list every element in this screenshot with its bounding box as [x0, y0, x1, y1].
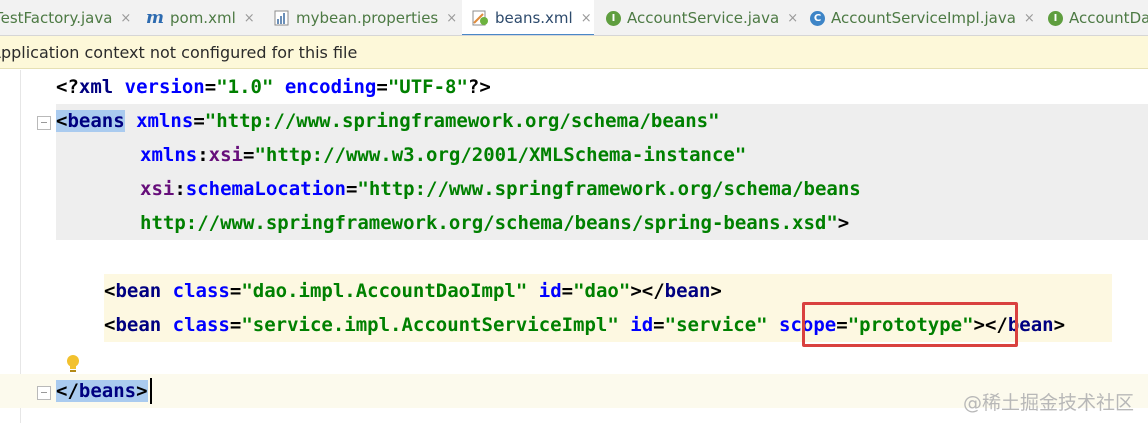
- context-warning-text: Application context not configured for t…: [0, 43, 358, 62]
- lightbulb-icon[interactable]: [66, 354, 80, 374]
- editor-tab-bar: TestFactory.java × m pom.xml × mybean.pr…: [0, 0, 1148, 36]
- fold-marker-icon[interactable]: [37, 116, 51, 130]
- close-icon[interactable]: ×: [581, 11, 592, 26]
- tab-label: pom.xml: [170, 9, 236, 27]
- watermark: @稀土掘金技术社区: [962, 392, 1134, 414]
- code-line-beans-close: </beans>: [56, 374, 148, 408]
- class-icon: C: [810, 10, 825, 26]
- properties-file-icon: [274, 10, 290, 26]
- code-line-bean-dao: <bean class="dao.impl.AccountDaoImpl" id…: [104, 280, 722, 302]
- code-editor[interactable]: <?xml version="1.0" encoding="UTF-8"?> <…: [0, 70, 1148, 423]
- code-line-schema-location: xsi:schemaLocation="http://www.springfra…: [140, 178, 861, 200]
- tab-accountdao[interactable]: I AccountDa: [1048, 0, 1148, 35]
- close-icon[interactable]: ×: [446, 11, 457, 26]
- tab-beans-xml[interactable]: beans.xml ×: [462, 0, 594, 35]
- tab-label: beans.xml: [495, 9, 573, 27]
- tab-accountservice[interactable]: I AccountService.java ×: [606, 0, 798, 35]
- scope-highlight-box: [802, 302, 1018, 347]
- text-caret: [150, 378, 152, 404]
- tab-label: mybean.properties: [296, 9, 439, 27]
- maven-icon: m: [146, 8, 164, 28]
- code-line-beans-open: <beans xmlns="http://www.springframework…: [56, 110, 720, 132]
- spring-xml-icon: [471, 10, 489, 26]
- tab-mybean-properties[interactable]: mybean.properties ×: [274, 0, 457, 35]
- code-line-xmlns-xsi: xmlns:xsi="http://www.w3.org/2001/XMLSch…: [140, 144, 747, 166]
- close-icon[interactable]: ×: [1024, 11, 1035, 26]
- tab-testfactory[interactable]: TestFactory.java ×: [0, 0, 131, 35]
- matched-tag-highlight: </beans>: [56, 380, 148, 402]
- tab-pom-xml[interactable]: m pom.xml ×: [146, 0, 255, 35]
- interface-icon: I: [1048, 10, 1063, 26]
- close-icon[interactable]: ×: [244, 11, 255, 26]
- tab-label: AccountDa: [1069, 9, 1148, 27]
- code-line-schema-continuation: http://www.springframework.org/schema/be…: [140, 212, 850, 234]
- context-warning-bar: Application context not configured for t…: [0, 36, 1148, 69]
- gutter-divider: [20, 70, 21, 423]
- tab-label: TestFactory.java: [0, 9, 113, 27]
- fold-marker-icon[interactable]: [37, 386, 51, 400]
- tab-label: AccountService.java: [627, 9, 780, 27]
- code-line-xml-declaration: <?xml version="1.0" encoding="UTF-8"?>: [56, 76, 491, 98]
- matched-tag-highlight: <beans: [56, 110, 125, 132]
- interface-icon: I: [606, 10, 621, 26]
- tab-label: AccountServiceImpl.java: [831, 9, 1016, 27]
- tab-accountserviceimpl[interactable]: C AccountServiceImpl.java ×: [810, 0, 1035, 35]
- close-icon[interactable]: ×: [120, 11, 131, 26]
- close-icon[interactable]: ×: [787, 11, 798, 26]
